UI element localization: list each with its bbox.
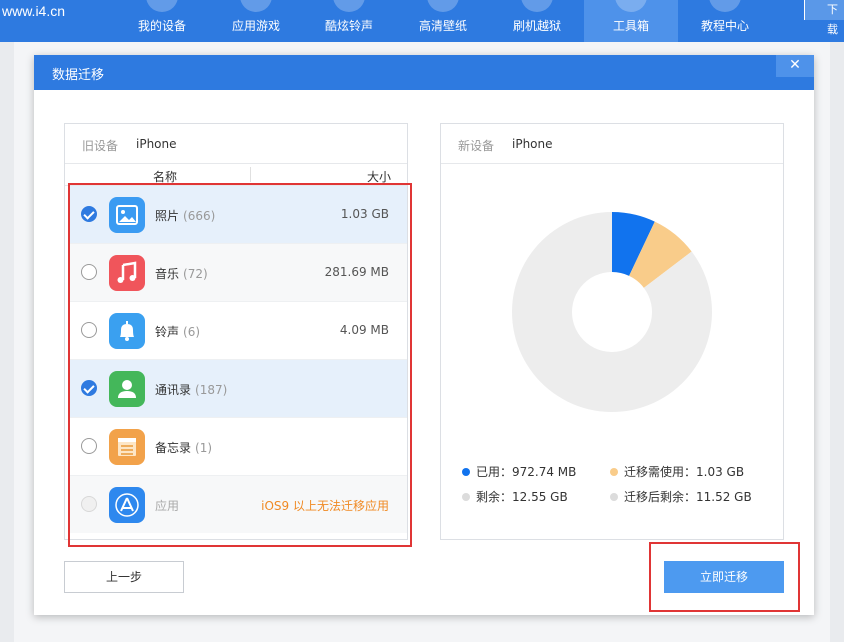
- tutorial-icon: [709, 0, 741, 12]
- highlight-migrate-button: [649, 542, 800, 612]
- legend-remaining: 剩余：12.55 GB: [462, 488, 568, 505]
- new-device-tag: 新设备: [458, 139, 495, 153]
- legend-remaining-dot: [462, 493, 470, 501]
- legend-used: 已用：972.74 MB: [462, 463, 576, 480]
- top-nav-bar: www.i4.cn 我的设备 应用游戏 酷炫铃声 高清壁纸 刷机越狱 工具箱 教…: [0, 0, 844, 42]
- legend-used-dot: [462, 468, 470, 476]
- old-device-name: iPhone: [136, 137, 177, 151]
- close-icon[interactable]: ✕: [776, 55, 814, 77]
- previous-step-button[interactable]: 上一步: [64, 561, 184, 593]
- storage-donut-chart: [512, 212, 712, 412]
- nav-toolbox[interactable]: 工具箱: [584, 0, 678, 42]
- nav-apps-games[interactable]: 应用游戏: [209, 0, 303, 42]
- legend-remaining-after-dot: [610, 493, 618, 501]
- wallpaper-icon: [427, 0, 459, 12]
- new-device-header: 新设备 iPhone: [441, 124, 783, 164]
- flash-icon: [521, 0, 553, 12]
- legend-migration-need: 迁移需使用：1.03 GB: [610, 463, 744, 480]
- new-device-name: iPhone: [512, 137, 553, 151]
- nav-tutorials[interactable]: 教程中心: [678, 0, 772, 42]
- download-button[interactable]: 下载: [804, 0, 844, 36]
- apps-icon: [240, 0, 272, 12]
- nav-ringtones[interactable]: 酷炫铃声: [302, 0, 396, 42]
- new-device-panel: 新设备 iPhone 已用：972.74 MB 迁移需使用：1.03 GB 剩余…: [440, 123, 784, 540]
- highlight-data-list: [68, 183, 412, 547]
- column-divider: [250, 167, 251, 182]
- ringtone-icon: [333, 0, 365, 12]
- old-device-tag: 旧设备: [82, 139, 119, 153]
- nav-my-device[interactable]: 我的设备: [115, 0, 209, 42]
- nav-wallpapers[interactable]: 高清壁纸: [396, 0, 490, 42]
- device-icon: [146, 0, 178, 12]
- site-url: www.i4.cn: [2, 3, 66, 19]
- legend-migration-dot: [610, 468, 618, 476]
- dialog-title: 数据迁移: [52, 68, 105, 83]
- legend-remaining-after: 迁移后剩余：11.52 GB: [610, 488, 752, 505]
- old-device-header: 旧设备 iPhone: [65, 124, 407, 164]
- toolbox-icon: [615, 0, 647, 12]
- nav-flash-jailbreak[interactable]: 刷机越狱: [490, 0, 584, 42]
- dialog-header: 数据迁移 ✕: [34, 55, 814, 90]
